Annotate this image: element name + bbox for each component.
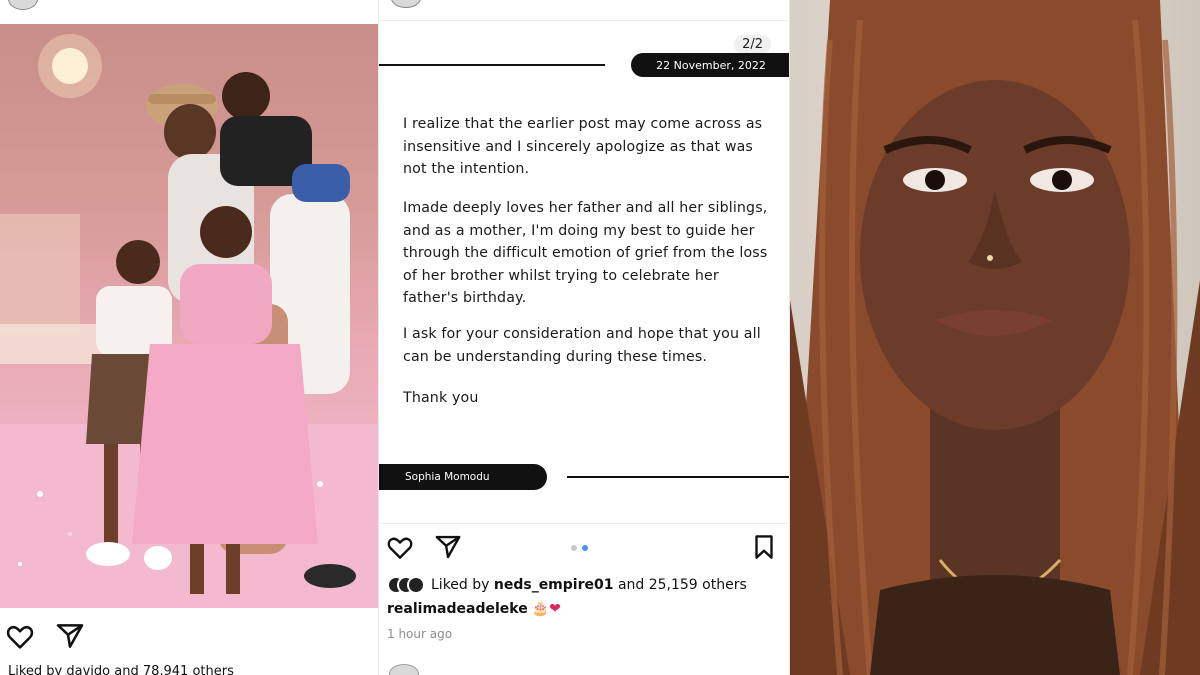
left-instagram-post: Liked by davido and 78,941 others (0, 0, 378, 675)
statement-paragraph: Imade deeply loves her father and all he… (403, 200, 768, 306)
heart-icon[interactable] (385, 532, 417, 564)
author-pill: Sophia Momodu (379, 464, 547, 490)
share-icon[interactable] (54, 620, 88, 654)
divider (379, 64, 605, 66)
carousel-dot (571, 545, 577, 551)
likes-row: Liked by neds_empire01 and 25,159 others (387, 574, 787, 596)
avatar[interactable] (389, 664, 419, 675)
caption-username[interactable]: realimadeadeleke (387, 601, 528, 617)
statement-signoff: Thank you (403, 390, 479, 406)
middle-instagram-post: 2/2 22 November, 2022 I realize that the… (378, 0, 790, 675)
family-photo (0, 24, 378, 608)
likes-user-link[interactable]: neds_empire01 (494, 577, 614, 593)
avatar[interactable] (8, 0, 38, 10)
statement-paragraph: I ask for your consideration and hope th… (403, 326, 761, 365)
carousel-dot-active (582, 545, 588, 551)
statement-paragraph: I realize that the earlier post may come… (403, 116, 763, 177)
left-post-actions (0, 620, 378, 660)
portrait-photo (790, 0, 1200, 675)
avatar[interactable] (391, 0, 421, 8)
middle-post-actions (379, 532, 789, 568)
portrait-illustration (790, 0, 1200, 675)
likes-prefix: Liked by (431, 577, 490, 593)
likes-suffix[interactable]: and 25,159 others (618, 577, 747, 593)
divider (567, 476, 789, 478)
post-timestamp: 1 hour ago (387, 627, 453, 641)
caption: realimadeadeleke 🎂❤ (387, 601, 561, 617)
carousel-indicator (571, 545, 591, 551)
bookmark-icon[interactable] (749, 532, 781, 564)
avatar (407, 576, 425, 594)
family-photo-illustration (0, 34, 378, 608)
statement-slide[interactable]: 2/2 22 November, 2022 I realize that the… (379, 20, 789, 524)
share-icon[interactable] (433, 532, 465, 564)
likes-text: Liked by davido and 78,941 others (8, 664, 234, 675)
liker-avatars (387, 575, 425, 595)
slide-counter: 2/2 (734, 35, 771, 54)
heart-icon[interactable] (4, 620, 38, 654)
caption-emoji: 🎂❤ (531, 601, 561, 617)
date-pill: 22 November, 2022 (631, 53, 789, 77)
